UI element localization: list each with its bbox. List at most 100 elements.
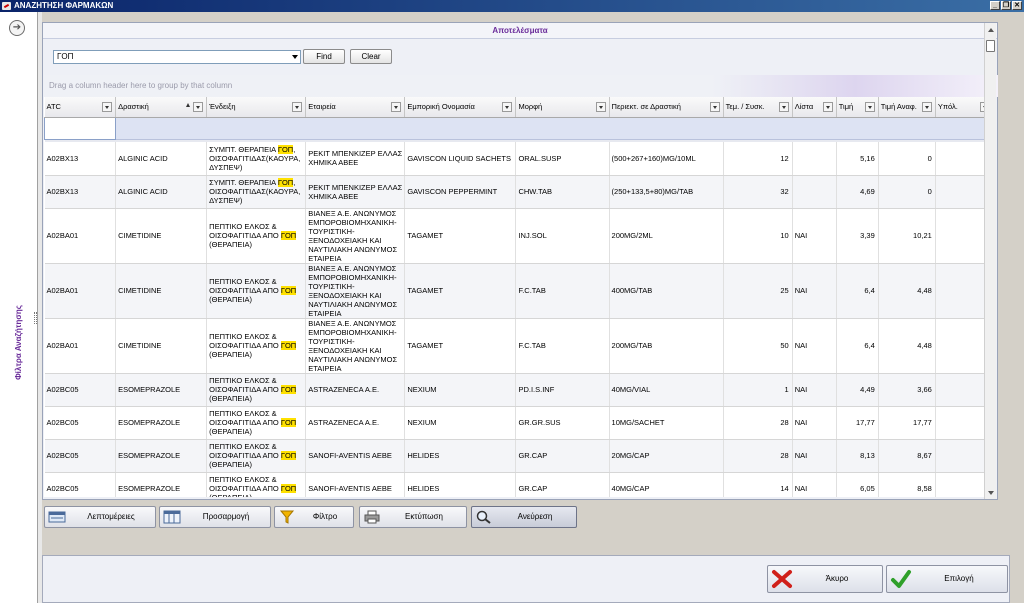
magnifier-icon	[476, 510, 491, 524]
cell-price: 17,77	[836, 406, 879, 440]
table-row[interactable]: A02BA01 CIMETIDINE ΠΕΠΤΙΚΟ ΕΛΚΟΣ & ΟΙΣΟΦΑΓ…	[44, 208, 995, 264]
column-filter-icon[interactable]	[822, 102, 833, 112]
cell-company: SANOFI-AVENTIS AEBE	[305, 472, 406, 497]
cell-ref: 17,77	[878, 406, 936, 440]
column-header[interactable]: Λίστα	[792, 97, 837, 118]
cell-atc: A02BA01	[44, 263, 117, 319]
indication-text: (ΘΕΡΑΠΕΙΑ)	[209, 350, 252, 359]
scroll-thumb[interactable]	[986, 40, 995, 52]
indication-text: ΠΕΠΤΙΚΟ ΕΛΚΟΣ & ΟΙΣΟΦΑΓΙΤΙΔΑ ΑΠΟ	[209, 332, 281, 350]
results-table: ATC Δραστική Ένδειξη Εταιρεία Εμπορική Ονομα…	[44, 97, 995, 497]
indication-text: (ΘΕΡΑΠΕΙΑ)	[209, 460, 252, 469]
print-button[interactable]: Εκτύπωση	[359, 506, 467, 528]
table-row[interactable]: A02BX13 ALGINIC ACID ΣΥΜΠΤ. ΘΕΡΑΠΕΙΑ ΓΟΠ, …	[44, 175, 995, 209]
cell-company: ΡΕΚΙΤ ΜΠΕΝΚΙΖΕΡ ΕΛΛΑΣ ΧΗΜΙΚΑ ΑΒΕΕ	[305, 142, 406, 176]
group-by-area[interactable]: Drag a column header here to group by th…	[44, 75, 998, 97]
cell-active: ALGINIC ACID	[115, 175, 208, 209]
cell-strength: 20MG/CAP	[609, 439, 724, 473]
cell-units: 28	[723, 439, 793, 473]
column-header[interactable]: Μορφή	[515, 97, 610, 118]
cell-form: PD.I.S.INF	[515, 373, 610, 407]
column-header[interactable]: Περιεκτ. σε Δραστική	[609, 97, 724, 118]
cell-brand: TAGAMET	[404, 208, 517, 264]
window-titlebar: ΑΝΑΖΗΤΗΣΗ ΦΑΡΜΑΚΩΝ _ ❐ ✕	[0, 0, 1024, 12]
restore-button[interactable]: ❐	[1001, 1, 1011, 10]
filter-cell-atc[interactable]	[44, 116, 117, 140]
column-filter-icon[interactable]	[391, 102, 402, 112]
cell-indication: ΠΕΠΤΙΚΟ ΕΛΚΟΣ & ΟΙΣΟΦΑΓΙΤΙΔΑ ΑΠΟ ΓΟΠ (ΘΕ…	[206, 373, 307, 407]
cancel-button[interactable]: Άκυρο	[767, 565, 883, 593]
find-button[interactable]: Find	[303, 49, 345, 64]
column-filter-icon[interactable]	[709, 102, 720, 112]
cell-form: INJ.SOL	[515, 208, 610, 264]
cell-list: ΝΑΙ	[792, 373, 837, 407]
cell-indication: ΠΕΠΤΙΚΟ ΕΛΚΟΣ & ΟΙΣΟΦΑΓΙΤΙΔΑ ΑΠΟ ΓΟΠ (ΘΕ…	[206, 263, 307, 319]
indication-text: (ΘΕΡΑΠΕΙΑ)	[209, 427, 252, 436]
details-label: Λεπτομέρειες	[87, 512, 135, 521]
indication-text: ΠΕΠΤΙΚΟ ΕΛΚΟΣ & ΟΙΣΟΦΑΓΙΤΙΔΑ ΑΠΟ	[209, 376, 281, 394]
table-row[interactable]: A02BA01 CIMETIDINE ΠΕΠΤΙΚΟ ΕΛΚΟΣ & ΟΙΣΟΦΑΓ…	[44, 263, 995, 319]
scroll-up-icon[interactable]	[988, 28, 994, 32]
select-button[interactable]: Επιλογή	[886, 565, 1008, 593]
chevron-down-icon[interactable]	[292, 55, 298, 59]
column-header[interactable]: Τιμή Αναφ.	[878, 97, 936, 118]
column-header-label: Τιμή Αναφ.	[880, 102, 917, 112]
column-filter-icon[interactable]	[292, 102, 303, 112]
column-header[interactable]: Εμπορική Ονομασία	[404, 97, 517, 118]
cell-active: ALGINIC ACID	[115, 142, 208, 176]
column-header[interactable]: Δραστική	[115, 97, 208, 118]
column-header[interactable]: Εταιρεία	[305, 97, 406, 118]
column-filter-icon[interactable]	[921, 102, 932, 112]
vertical-scrollbar[interactable]	[984, 23, 996, 499]
column-filter-icon[interactable]	[102, 102, 113, 112]
column-header-label: Περιεκτ. σε Δραστική	[611, 102, 681, 112]
cell-company: ASTRAZENECA A.E.	[305, 373, 406, 407]
results-grid: ATC Δραστική Ένδειξη Εταιρεία Εμπορική Ονομα…	[44, 97, 996, 497]
lookup-button[interactable]: Ανεύρεση	[471, 506, 577, 528]
cell-company: SANOFI-AVENTIS AEBE	[305, 439, 406, 473]
lookup-label: Ανεύρεση	[517, 512, 553, 521]
customize-button[interactable]: Προσαρμογή	[159, 506, 271, 528]
cell-active: ESOMEPRAZOLE	[115, 406, 208, 440]
close-button[interactable]: ✕	[1012, 1, 1022, 10]
cell-list: ΝΑΙ	[792, 439, 837, 473]
red-x-icon	[772, 570, 792, 588]
column-header[interactable]: ATC	[44, 97, 117, 118]
column-header[interactable]: Τεμ. / Συσκ.	[723, 97, 793, 118]
cell-company: ΒΙΑΝΕΞ Α.Ε. ΑΝΩΝΥΜΟΣ ΕΜΠΟΡΟΒΙΟΜΗΧΑΝΙΚΗ-Τ…	[305, 208, 406, 264]
column-filter-icon[interactable]	[193, 102, 204, 112]
table-row[interactable]: A02BX13 ALGINIC ACID ΣΥΜΠΤ. ΘΕΡΑΠΕΙΑ ΓΟΠ, …	[44, 142, 995, 176]
search-combo[interactable]: ΓΟΠ	[53, 50, 301, 64]
cancel-label: Άκυρο	[825, 574, 849, 583]
column-filter-icon[interactable]	[778, 102, 789, 112]
cell-atc: A02BX13	[44, 175, 117, 209]
table-row[interactable]: A02BC05 ESOMEPRAZOLE ΠΕΠΤΙΚΟ ΕΛΚΟΣ & ΟΙΣΟΦ…	[44, 373, 995, 407]
table-row[interactable]: A02BC05 ESOMEPRAZOLE ΠΕΠΤΙΚΟ ΕΛΚΟΣ & ΟΙΣΟΦ…	[44, 472, 995, 497]
cell-brand: NEXIUM	[404, 406, 517, 440]
column-filter-icon[interactable]	[864, 102, 875, 112]
cell-form: GR.CAP	[515, 472, 610, 497]
cell-ref: 0	[878, 175, 936, 209]
table-row[interactable]: A02BC05 ESOMEPRAZOLE ΠΕΠΤΙΚΟ ΕΛΚΟΣ & ΟΙΣΟΦ…	[44, 406, 995, 440]
column-filter-icon[interactable]	[502, 102, 513, 112]
filter-button[interactable]: Φίλτρο	[274, 506, 354, 528]
table-row[interactable]: A02BA01 CIMETIDINE ΠΕΠΤΙΚΟ ΕΛΚΟΣ & ΟΙΣΟΦΑΓ…	[44, 318, 995, 374]
details-button[interactable]: Λεπτομέρειες	[44, 506, 156, 528]
cell-indication: ΠΕΠΤΙΚΟ ΕΛΚΟΣ & ΟΙΣΟΦΑΓΙΤΙΔΑ ΑΠΟ ΓΟΠ (ΘΕ…	[206, 208, 307, 264]
cell-active: CIMETIDINE	[115, 208, 208, 264]
filter-cell[interactable]	[115, 117, 994, 140]
cell-ref: 8,58	[878, 472, 936, 497]
minimize-button[interactable]: _	[990, 1, 1000, 10]
search-filters-label-container[interactable]: Φίλτρα Αναζήτησης	[2, 292, 34, 392]
cell-units: 28	[723, 406, 793, 440]
green-checkmark-icon	[891, 570, 911, 588]
column-header[interactable]: Ένδειξη	[206, 97, 307, 118]
expand-arrow-icon[interactable]: ➔	[9, 20, 25, 36]
column-header[interactable]: Τιμή	[836, 97, 879, 118]
cell-indication: ΠΕΠΤΙΚΟ ΕΛΚΟΣ & ΟΙΣΟΦΑΓΙΤΙΔΑ ΑΠΟ ΓΟΠ (ΘΕ…	[206, 318, 307, 374]
clear-button[interactable]: Clear	[350, 49, 392, 64]
scroll-down-icon[interactable]	[988, 491, 994, 495]
splitter-grip[interactable]	[34, 312, 37, 324]
column-filter-icon[interactable]	[595, 102, 606, 112]
table-row[interactable]: A02BC05 ESOMEPRAZOLE ΠΕΠΤΙΚΟ ΕΛΚΟΣ & ΟΙΣΟΦ…	[44, 439, 995, 473]
